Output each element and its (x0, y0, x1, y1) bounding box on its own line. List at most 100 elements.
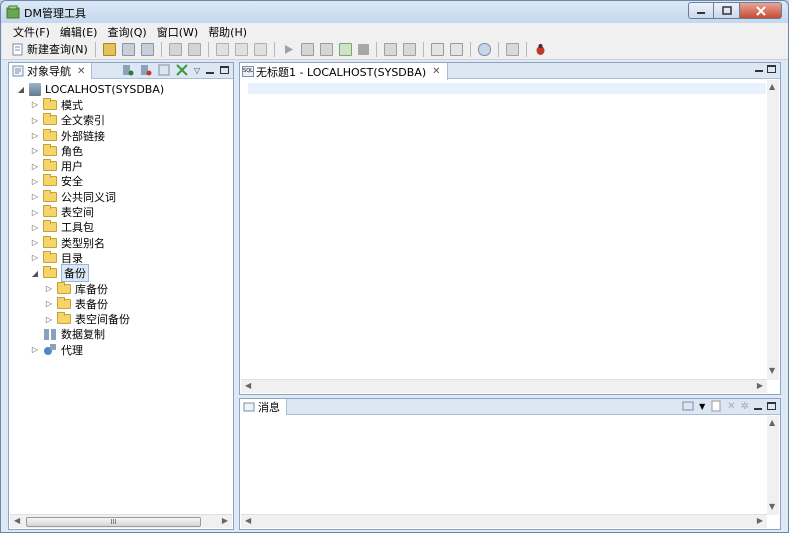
tree-item-security[interactable]: ▷ 安全 (15, 174, 229, 189)
editor-horizontal-scrollbar[interactable]: ◀ ▶ (241, 379, 767, 393)
scroll-left-icon[interactable]: ◀ (14, 516, 20, 525)
messages-horizontal-scrollbar[interactable]: ◀ ▶ (241, 514, 767, 528)
collapsed-arrow-icon[interactable]: ▷ (29, 192, 41, 201)
maximize-pane-icon[interactable] (220, 66, 229, 74)
minimize-pane-icon[interactable] (755, 70, 763, 72)
maximize-pane-icon[interactable] (767, 402, 776, 410)
execute-script-button[interactable] (336, 41, 355, 58)
cut-button[interactable] (213, 41, 232, 58)
execute-button[interactable] (279, 41, 298, 58)
copy-button[interactable] (232, 41, 251, 58)
stop-button[interactable] (355, 41, 372, 58)
collapsed-arrow-icon[interactable]: ▷ (29, 177, 41, 186)
tree-item-tablespace-backup[interactable]: ▷ 表空间备份 (15, 311, 229, 326)
message-view-icon[interactable] (682, 400, 694, 412)
tree-item-package[interactable]: ▷ 工具包 (15, 220, 229, 235)
minimize-pane-icon[interactable] (206, 71, 214, 74)
collapsed-arrow-icon[interactable]: ▷ (29, 162, 41, 171)
refresh-icon[interactable] (158, 64, 170, 76)
collapsed-arrow-icon[interactable]: ▷ (29, 116, 41, 125)
collapsed-arrow-icon[interactable]: ▷ (29, 238, 41, 247)
tree-item-type-alias[interactable]: ▷ 类型别名 (15, 235, 229, 250)
expanded-arrow-icon[interactable]: ◢ (29, 269, 41, 278)
close-tab-icon[interactable]: ✕ (432, 66, 440, 77)
remove-all-icon[interactable]: ✲ (741, 401, 749, 412)
collapsed-arrow-icon[interactable]: ▷ (29, 223, 41, 232)
view-menu-icon[interactable]: ▽ (194, 66, 200, 75)
collapsed-arrow-icon[interactable]: ▷ (29, 253, 41, 262)
collapsed-arrow-icon[interactable]: ▷ (43, 315, 55, 324)
close-tab-icon[interactable]: ✕ (77, 66, 85, 77)
open-button[interactable] (100, 41, 119, 58)
message-view-menu-icon[interactable]: ▼ (699, 402, 705, 411)
undo-button[interactable] (166, 41, 185, 58)
collapsed-arrow-icon[interactable]: ▷ (43, 299, 55, 308)
tree-item-schema[interactable]: ▷ 模式 (15, 97, 229, 112)
scroll-right-icon[interactable]: ▶ (757, 381, 763, 390)
tree-item-backup[interactable]: ◢ 备份 (15, 264, 229, 283)
result-grid-button[interactable] (447, 41, 466, 58)
navigator-horizontal-scrollbar[interactable]: ◀ III ▶ (10, 514, 232, 528)
collapse-all-icon[interactable] (176, 64, 188, 76)
minimize-pane-icon[interactable] (754, 407, 762, 410)
tree-item-fulltext-index[interactable]: ▷ 全文索引 (15, 113, 229, 128)
scroll-up-icon[interactable]: ▲ (769, 82, 775, 91)
tree-root[interactable]: ◢ LOCALHOST(SYSDBA) (15, 82, 229, 97)
maximize-pane-icon[interactable] (767, 65, 776, 73)
explain-button[interactable] (317, 41, 336, 58)
menu-window[interactable]: 窗口(W) (152, 23, 203, 39)
collapsed-arrow-icon[interactable]: ▷ (29, 131, 41, 140)
debug-button[interactable] (531, 41, 550, 58)
new-query-button[interactable]: 新建查询(N) (8, 41, 91, 58)
redo-button[interactable] (185, 41, 204, 58)
title-bar[interactable]: DM管理工具 (1, 1, 788, 23)
clear-messages-icon[interactable] (710, 400, 722, 412)
tree-item-directory[interactable]: ▷ 目录 (15, 250, 229, 265)
menu-file[interactable]: 文件(F) (8, 23, 55, 39)
scroll-up-icon[interactable]: ▲ (769, 418, 775, 427)
remove-icon[interactable]: ✕ (727, 401, 735, 412)
uncomment-button[interactable] (400, 41, 419, 58)
collapsed-arrow-icon[interactable]: ▷ (29, 345, 41, 354)
current-line-highlight[interactable] (248, 83, 766, 94)
scroll-right-icon[interactable]: ▶ (757, 516, 763, 525)
collapsed-arrow-icon[interactable]: ▷ (29, 100, 41, 109)
menu-query[interactable]: 查询(Q) (102, 23, 151, 39)
format-button[interactable] (428, 41, 447, 58)
editor-vertical-scrollbar[interactable]: ▲ ▼ (767, 80, 779, 380)
close-button[interactable] (740, 2, 782, 19)
connect-server-icon[interactable] (122, 64, 134, 76)
tree-item-db-backup[interactable]: ▷ 库备份 (15, 281, 229, 296)
save-all-button[interactable] (138, 41, 157, 58)
tree-item-external-link[interactable]: ▷ 外部链接 (15, 128, 229, 143)
transaction-button[interactable] (503, 41, 522, 58)
tree-item-agent[interactable]: ▷ 代理 (15, 342, 229, 357)
menu-help[interactable]: 帮助(H) (203, 23, 252, 39)
scroll-right-icon[interactable]: ▶ (222, 516, 228, 525)
connect-button[interactable] (475, 41, 494, 58)
maximize-button[interactable] (714, 2, 740, 19)
menu-edit[interactable]: 编辑(E) (55, 23, 103, 39)
tab-object-navigator[interactable]: 对象导航 ✕ (9, 63, 93, 79)
collapsed-arrow-icon[interactable]: ▷ (29, 208, 41, 217)
expanded-arrow-icon[interactable]: ◢ (15, 85, 27, 94)
collapsed-arrow-icon[interactable]: ▷ (29, 146, 41, 155)
tab-messages[interactable]: 消息 (240, 399, 287, 415)
save-button[interactable] (119, 41, 138, 58)
scroll-left-icon[interactable]: ◀ (245, 381, 251, 390)
tab-untitled-query[interactable]: SQL 无标题1 - LOCALHOST(SYSDBA) ✕ (240, 63, 448, 80)
minimize-button[interactable] (688, 2, 714, 19)
tree-item-tablespace[interactable]: ▷ 表空间 (15, 204, 229, 219)
tree-item-user[interactable]: ▷ 用户 (15, 158, 229, 173)
scroll-thumb[interactable]: III (26, 517, 201, 527)
tree-item-table-backup[interactable]: ▷ 表备份 (15, 296, 229, 311)
tree-item-role[interactable]: ▷ 角色 (15, 143, 229, 158)
scroll-down-icon[interactable]: ▼ (769, 366, 775, 375)
collapsed-arrow-icon[interactable]: ▷ (43, 284, 55, 293)
scroll-left-icon[interactable]: ◀ (245, 516, 251, 525)
tree-item-public-synonym[interactable]: ▷ 公共同义词 (15, 189, 229, 204)
execute-plan-button[interactable] (298, 41, 317, 58)
paste-button[interactable] (251, 41, 270, 58)
comment-button[interactable] (381, 41, 400, 58)
tree-item-replication[interactable]: 数据复制 (15, 327, 229, 342)
